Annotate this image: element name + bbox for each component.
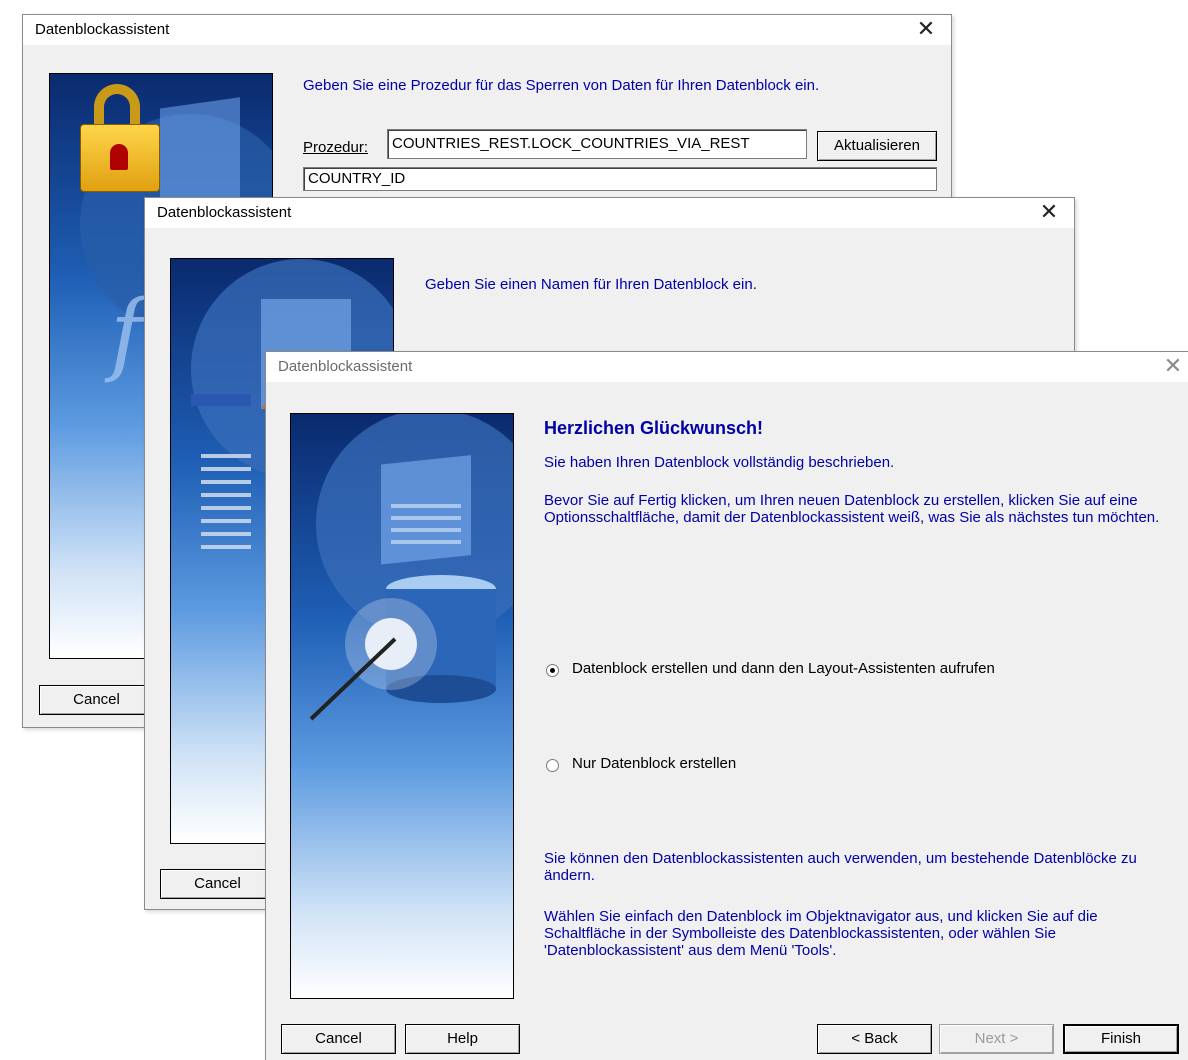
procedure-label-text: Prozedur: — [303, 139, 369, 156]
lock-icon — [80, 84, 160, 194]
procedure-input[interactable]: COUNTRIES_REST.LOCK_COUNTRIES_VIA_REST — [387, 129, 807, 159]
radio-layout-wizard[interactable] — [546, 664, 559, 677]
window-title: Datenblockassistent — [35, 21, 170, 38]
instruction-text: Geben Sie eine Prozedur für das Sperren … — [303, 77, 820, 94]
wizard-window-finish: Datenblockassistent ✕ Herzlichen Glückwu… — [265, 351, 1188, 1060]
procedure-label: Prozedur: — [303, 139, 368, 156]
close-icon[interactable]: ✕ — [911, 15, 941, 45]
back-button[interactable]: < Back — [817, 1024, 932, 1054]
option-block-only-label[interactable]: Nur Datenblock erstellen — [572, 755, 736, 772]
help-button[interactable]: Help — [405, 1024, 520, 1054]
radio-selected-dot — [550, 668, 555, 673]
cancel-button[interactable]: Cancel — [39, 685, 154, 715]
next-button[interactable]: Next > — [939, 1024, 1054, 1054]
refresh-button[interactable]: Aktualisieren — [817, 131, 937, 161]
modify-note: Sie können den Datenblockassistenten auc… — [544, 850, 1137, 884]
wizard-image-finish — [290, 413, 514, 999]
explanation-text: Bevor Sie auf Fertig klicken, um Ihren n… — [544, 492, 1160, 526]
title-bar: Datenblockassistent ✕ — [145, 198, 1074, 228]
column-list-item[interactable]: COUNTRY_ID — [303, 167, 937, 191]
cancel-button[interactable]: Cancel — [281, 1024, 396, 1054]
title-bar: Datenblockassistent ✕ — [266, 352, 1188, 382]
close-icon[interactable]: ✕ — [1034, 198, 1064, 228]
title-bar: Datenblockassistent ✕ — [23, 15, 951, 45]
summary-text: Sie haben Ihren Datenblock vollständig b… — [544, 454, 895, 471]
option-layout-wizard-label[interactable]: Datenblock erstellen und dann den Layout… — [572, 660, 995, 677]
cancel-button[interactable]: Cancel — [160, 869, 275, 899]
finish-button[interactable]: Finish — [1063, 1024, 1179, 1054]
tools-note: Wählen Sie einfach den Datenblock im Obj… — [544, 908, 1098, 959]
heading: Herzlichen Glückwunsch! — [544, 418, 764, 438]
wizard-illustration — [309, 414, 513, 721]
radio-block-only[interactable] — [546, 759, 559, 772]
close-icon[interactable]: ✕ — [1158, 352, 1188, 382]
window-title: Datenblockassistent — [157, 204, 292, 221]
window-title: Datenblockassistent — [278, 358, 413, 375]
instruction-text: Geben Sie einen Namen für Ihren Datenblo… — [425, 276, 757, 293]
